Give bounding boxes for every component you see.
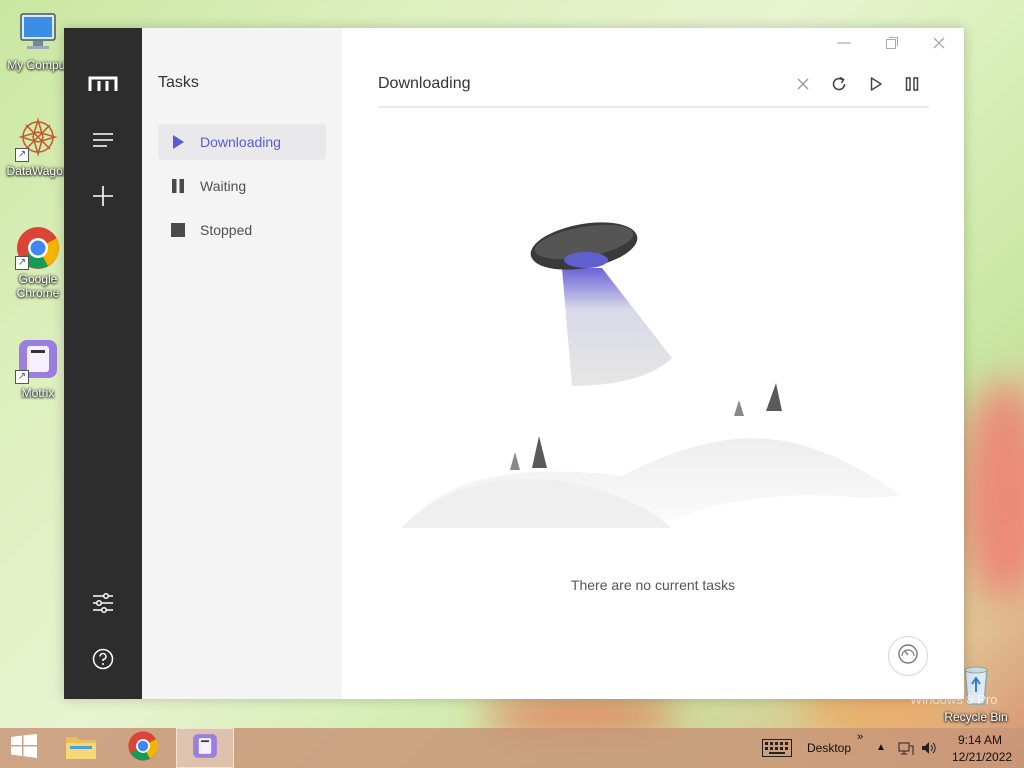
empty-state-illustration: [402, 222, 902, 528]
datawagon-icon: ↗: [15, 116, 61, 162]
start-button[interactable]: [0, 728, 48, 768]
taskbar: Desktop » ▲ 9:14 AM 12/21/2022: [0, 728, 1024, 768]
chrome-icon: ↗: [15, 224, 61, 270]
windows-logo-icon: [11, 733, 37, 763]
nav-item-stopped[interactable]: Stopped: [158, 212, 326, 248]
folder-icon: [65, 732, 97, 765]
subnav-title: Tasks: [158, 74, 199, 91]
nav-item-label: Stopped: [200, 222, 253, 238]
motrix-logo-icon[interactable]: [83, 64, 123, 104]
touch-keyboard-icon[interactable]: [760, 728, 794, 768]
clock-date[interactable]: 12/21/2022: [952, 750, 1012, 764]
menu-icon[interactable]: [83, 120, 123, 160]
taskbar-file-explorer[interactable]: [58, 728, 104, 768]
shortcut-arrow-icon: ↗: [15, 370, 29, 384]
shortcut-arrow-icon: ↗: [15, 148, 29, 162]
minimize-icon[interactable]: [831, 34, 857, 52]
pause-icon: [170, 178, 186, 194]
close-icon[interactable]: [791, 72, 815, 96]
taskbar-motrix[interactable]: [176, 728, 234, 768]
stop-icon: [170, 222, 186, 238]
maximize-icon[interactable]: [879, 34, 905, 52]
network-icon[interactable]: [897, 728, 915, 768]
nav-item-label: Downloading: [200, 134, 281, 150]
add-icon[interactable]: [83, 176, 123, 216]
motrix-icon: ↗: [15, 338, 61, 384]
motrix-window: Tasks Downloading Waiting Stopped Downlo…: [64, 28, 964, 699]
empty-state-message: There are no current tasks: [570, 577, 736, 593]
toolbar-chevron[interactable]: »: [857, 731, 863, 743]
resume-all-icon[interactable]: [864, 72, 888, 96]
desktop-toolbar-label[interactable]: Desktop: [807, 741, 851, 755]
chrome-icon: [127, 730, 159, 767]
speedometer-icon: [897, 643, 919, 670]
preferences-icon[interactable]: [83, 583, 123, 623]
clock-time[interactable]: 9:14 AM: [958, 733, 1002, 747]
volume-icon[interactable]: [920, 728, 938, 768]
nav-item-waiting[interactable]: Waiting: [158, 168, 326, 204]
motrix-icon: [192, 733, 218, 764]
content-header: Downloading: [378, 68, 929, 108]
taskbar-chrome[interactable]: [120, 728, 166, 768]
app-sidebar: [64, 28, 142, 699]
speed-limit-button[interactable]: [888, 636, 928, 676]
wallpaper-blob: [960, 380, 1024, 600]
play-icon: [170, 134, 186, 150]
window-close-icon[interactable]: [926, 34, 952, 52]
computer-icon: [15, 10, 61, 56]
show-hidden-icons-icon[interactable]: ▲: [876, 742, 886, 753]
shortcut-arrow-icon: ↗: [15, 256, 29, 270]
main-panel: Downloading There are no current tasks: [342, 28, 964, 699]
pause-all-icon[interactable]: [900, 72, 924, 96]
task-subnav: Tasks Downloading Waiting Stopped: [142, 28, 342, 699]
refresh-icon[interactable]: [827, 72, 851, 96]
page-title: Downloading: [378, 75, 471, 92]
help-icon[interactable]: [83, 639, 123, 679]
nav-item-downloading[interactable]: Downloading: [158, 124, 326, 160]
nav-item-label: Waiting: [200, 178, 247, 194]
